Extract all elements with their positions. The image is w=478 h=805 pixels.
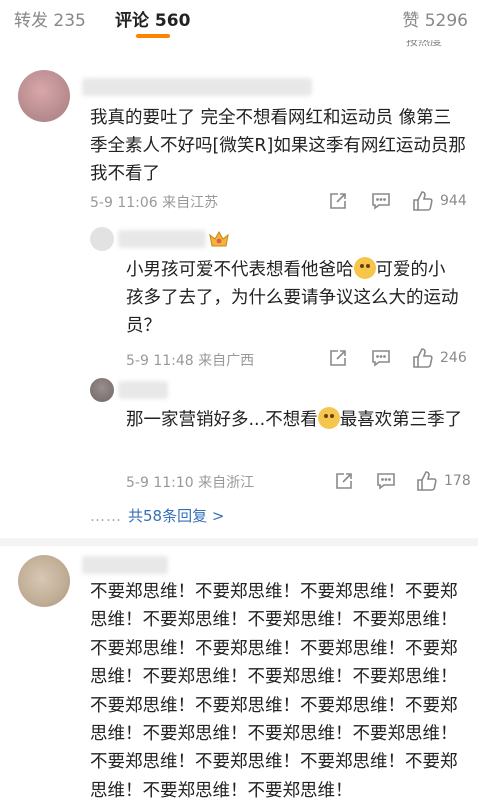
more-replies-link[interactable]: …… 共58条回复 >	[90, 505, 224, 526]
like-count: 944	[440, 193, 467, 209]
tab-likes[interactable]: 赞 5296	[402, 6, 468, 31]
active-tab-indicator	[136, 34, 170, 38]
tab-bar: 转发 235 评论 560 赞 5296 按热度	[0, 0, 478, 47]
crying-face-icon	[317, 407, 340, 429]
tab-comments[interactable]: 评论 560	[115, 6, 190, 31]
share-button[interactable]	[334, 471, 354, 491]
like-button[interactable]: 178	[416, 470, 471, 492]
like-count: 178	[444, 473, 471, 489]
reply-text-part: 小男孩可爱不代表想看他爸哈	[126, 260, 354, 280]
comment-divider	[0, 538, 478, 546]
thumbs-up-icon	[413, 191, 433, 211]
reply-username-blurred[interactable]	[118, 381, 168, 399]
sort-toggle[interactable]: 按热度	[406, 40, 442, 48]
reply-text: 那一家营销好多...不想看 最喜欢第三季了	[126, 406, 466, 434]
reply-location: 来自广西	[198, 353, 255, 369]
reply-meta: 5-9 11:48 来自广西	[126, 350, 254, 370]
share-button[interactable]	[328, 348, 348, 368]
comment-time: 5-9 11:06	[90, 195, 158, 211]
comment-text: 不要郑思维！不要郑思维！不要郑思维！不要郑思维！不要郑思维！不要郑思维！不要郑思…	[90, 582, 458, 801]
tab-repost[interactable]: 转发 235	[14, 6, 86, 31]
reply-button[interactable]	[371, 348, 391, 368]
share-icon	[336, 473, 352, 489]
like-button[interactable]: 944	[412, 190, 467, 212]
username-blurred[interactable]	[82, 78, 312, 96]
ellipsis: ……	[90, 507, 122, 525]
like-button[interactable]: 246	[412, 347, 467, 369]
share-icon	[330, 193, 346, 209]
thumbs-up-icon	[413, 348, 433, 368]
username-blurred[interactable]	[82, 556, 168, 574]
reply-button[interactable]	[371, 191, 391, 211]
pleading-face-icon	[353, 257, 376, 279]
avatar[interactable]	[18, 555, 70, 607]
reply-username-blurred[interactable]	[118, 230, 206, 248]
reply-text-part: 那一家营销好多...不想看	[126, 410, 318, 430]
reply-avatar[interactable]	[90, 378, 114, 402]
comment-meta: 5-9 11:06 来自江苏	[90, 192, 218, 212]
comment-icon	[372, 350, 390, 367]
comment-text: 我真的要吐了 完全不想看网红和运动员 像第三季全素人不好吗[微笑R]如果这季有网…	[90, 108, 466, 184]
tab-comments-count: 560	[154, 11, 191, 31]
comment-icon	[372, 193, 390, 210]
avatar[interactable]	[18, 70, 70, 122]
share-icon	[330, 350, 346, 366]
reply-time: 5-9 11:10	[126, 475, 194, 491]
reply-time: 5-9 11:48	[126, 353, 194, 369]
reply-text: 小男孩可爱不代表想看他爸哈 可爱的小孩多了去了，为什么要请争议这么大的运动员？	[126, 256, 461, 340]
reply-button[interactable]	[376, 471, 396, 491]
comment-icon	[377, 473, 395, 490]
crown-badge-icon	[209, 230, 229, 247]
thumbs-up-icon	[417, 471, 437, 491]
reply-location: 来自浙江	[198, 475, 255, 491]
reply-text-part: 最喜欢第三季了	[339, 410, 463, 430]
reply-meta: 5-9 11:10 来自浙江	[126, 472, 254, 492]
reply-avatar[interactable]	[90, 227, 114, 251]
more-replies-label: 共58条回复 >	[128, 507, 225, 525]
share-button[interactable]	[328, 191, 348, 211]
comment-location: 来自江苏	[162, 195, 219, 211]
like-count: 246	[440, 350, 467, 366]
tab-comments-label: 评论	[115, 11, 149, 31]
